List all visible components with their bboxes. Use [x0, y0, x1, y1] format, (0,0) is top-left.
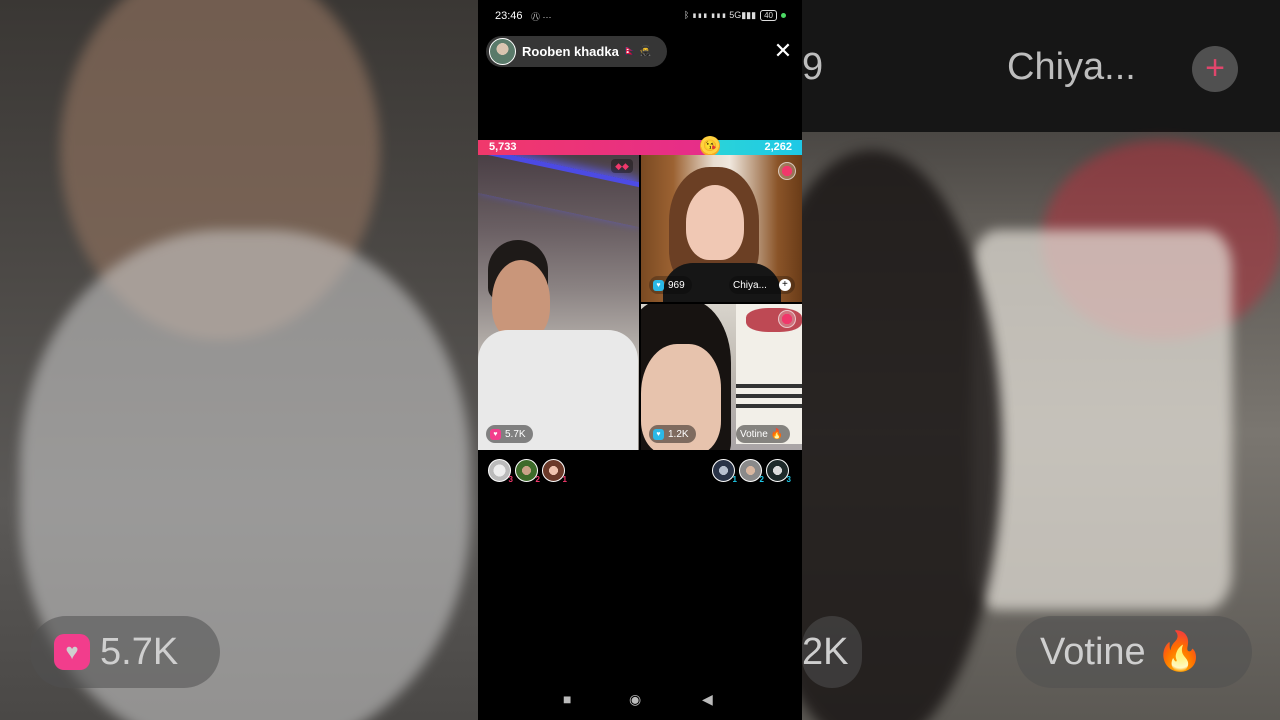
background-partial-score: 9	[802, 46, 824, 88]
video-tile-votine[interactable]: ♥ 1.2K Votine 🔥	[641, 304, 802, 450]
gifter-rank: 2	[759, 475, 764, 484]
guest-face	[686, 185, 744, 260]
blurred-wardrobe	[972, 230, 1232, 610]
right-team-score: 2,262	[764, 141, 792, 153]
right-top-gifters: 1 2 3	[712, 459, 791, 484]
navigation-bar: ■ ◉ ◀	[478, 686, 802, 712]
gifter-avatar[interactable]: 1	[712, 459, 737, 484]
left-team-score: 5,733	[489, 141, 517, 153]
background-score-text: 5.7K	[100, 630, 179, 673]
host-avatar[interactable]	[489, 38, 516, 65]
votine-name-text: Votine 🔥	[740, 428, 784, 440]
status-right-icons: ᛒ ▮▮▮ ▮▮▮ 5G▮▮▮ 40	[684, 10, 786, 21]
host-score-text: 5.7K	[505, 428, 526, 440]
gifter-rank: 2	[535, 475, 540, 484]
votine-score-badge: ♥ 1.2K	[649, 425, 696, 443]
gifter-avatar[interactable]: 1	[542, 459, 567, 484]
recents-icon[interactable]: ■	[563, 691, 571, 707]
heart-icon: ♥	[490, 428, 501, 440]
host-name: Rooben khadka	[522, 44, 619, 59]
host-profile-pill[interactable]: Rooben khadka 🇳🇵 🥷	[486, 36, 667, 67]
match-icon[interactable]: ◆◆	[611, 159, 633, 173]
votine-score-text: 1.2K	[668, 428, 689, 440]
heart-icon: ♥	[653, 279, 664, 291]
status-time: 23:46	[495, 10, 523, 22]
background-votine-text: Votine 🔥	[1040, 631, 1204, 673]
chiya-score-badge: ♥ 969	[649, 276, 692, 294]
gifter-avatar[interactable]: 2	[739, 459, 764, 484]
left-top-gifters: 3 2 1	[488, 459, 567, 484]
host-face	[492, 260, 550, 340]
background-name-text: Chiya...	[1007, 46, 1136, 88]
votine-name-badge[interactable]: Votine 🔥	[736, 425, 791, 443]
gifter-rank: 1	[732, 475, 737, 484]
video-tile-chiya[interactable]: ♥ 969 Chiya... +	[641, 155, 802, 302]
chiya-score-text: 969	[668, 279, 685, 291]
close-button[interactable]: ✕	[772, 38, 794, 63]
battle-score-right: 2,262	[709, 140, 802, 155]
signal-icon: ᛒ ▮▮▮ ▮▮▮ 5G▮▮▮	[683, 10, 757, 20]
gifter-avatar[interactable]: 3	[488, 459, 513, 484]
background-partial-pill: 2K	[802, 616, 862, 688]
background-right: 9 Chiya... + 2K Votine 🔥	[802, 0, 1280, 720]
gifter-avatar[interactable]: 2	[515, 459, 540, 484]
background-score-pill: ♥ 5.7K	[30, 616, 220, 688]
phone-screen: 23:46 ㊇ ··· ᛒ ▮▮▮ ▮▮▮ 5G▮▮▮ 40 Rooben kh…	[478, 0, 802, 720]
battery-icon: 40	[760, 10, 777, 21]
battle-emoji-icon: 😘	[700, 136, 720, 156]
close-icon: ✕	[773, 38, 793, 63]
gift-icon[interactable]	[778, 162, 796, 180]
heart-icon: ♥	[653, 428, 664, 440]
background-partial-text: 2K	[802, 630, 849, 673]
background-name-pill: Votine 🔥	[1016, 616, 1252, 688]
gifter-rank: 3	[508, 475, 513, 484]
host-badges: 🇳🇵 🥷	[623, 46, 652, 57]
back-icon[interactable]: ◀	[702, 691, 713, 708]
gifter-rank: 3	[786, 475, 791, 484]
follow-plus-icon[interactable]: +	[778, 279, 791, 291]
heart-icon: ♥	[54, 634, 90, 670]
battle-score-left: 5,733	[478, 140, 709, 155]
status-notification-icons: ㊇ ···	[531, 12, 552, 22]
gift-icon[interactable]	[778, 310, 796, 328]
chiya-name-badge[interactable]: Chiya... +	[729, 276, 795, 294]
gifter-avatar[interactable]: 3	[766, 459, 791, 484]
background-left: ♥ 5.7K	[0, 0, 478, 720]
status-bar: 23:46 ㊇ ··· ᛒ ▮▮▮ ▮▮▮ 5G▮▮▮ 40	[478, 0, 802, 34]
chiya-name-text: Chiya...	[733, 279, 767, 291]
home-icon[interactable]: ◉	[629, 691, 641, 708]
video-tile-host[interactable]: ◆◆ ♥ 5.7K	[478, 155, 639, 450]
gifter-rank: 1	[562, 475, 567, 484]
privacy-dot-icon	[781, 13, 786, 18]
battle-score-bar: 5,733 2,262	[478, 140, 802, 155]
background-plus-icon: +	[1192, 46, 1238, 92]
host-score-badge: ♥ 5.7K	[486, 425, 533, 443]
